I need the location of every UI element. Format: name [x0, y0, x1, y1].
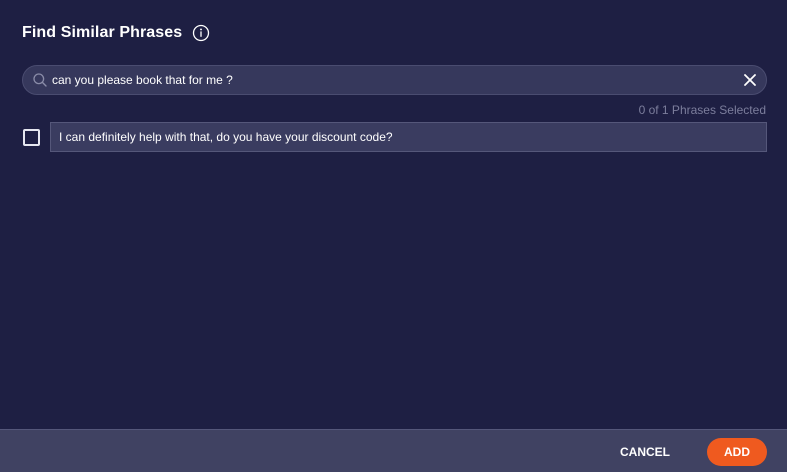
phrase-text: I can definitely help with that, do you … [50, 122, 767, 152]
phrase-row: I can definitely help with that, do you … [22, 122, 767, 152]
search-bar [22, 65, 767, 95]
selection-count: 0 of 1 Phrases Selected [638, 103, 766, 117]
cancel-button[interactable]: CANCEL [612, 438, 678, 466]
search-input[interactable] [48, 66, 742, 94]
dialog-footer: CANCEL ADD [0, 429, 787, 472]
dialog-title: Find Similar Phrases [22, 24, 183, 41]
search-icon [32, 72, 48, 88]
add-button[interactable]: ADD [707, 438, 767, 466]
info-icon[interactable] [192, 24, 210, 42]
find-similar-phrases-dialog: Find Similar Phrases 0 of 1 Phrases Sele… [0, 0, 787, 472]
phrase-checkbox[interactable] [23, 128, 40, 146]
close-icon[interactable] [742, 72, 758, 88]
dialog-header: Find Similar Phrases [22, 22, 210, 44]
